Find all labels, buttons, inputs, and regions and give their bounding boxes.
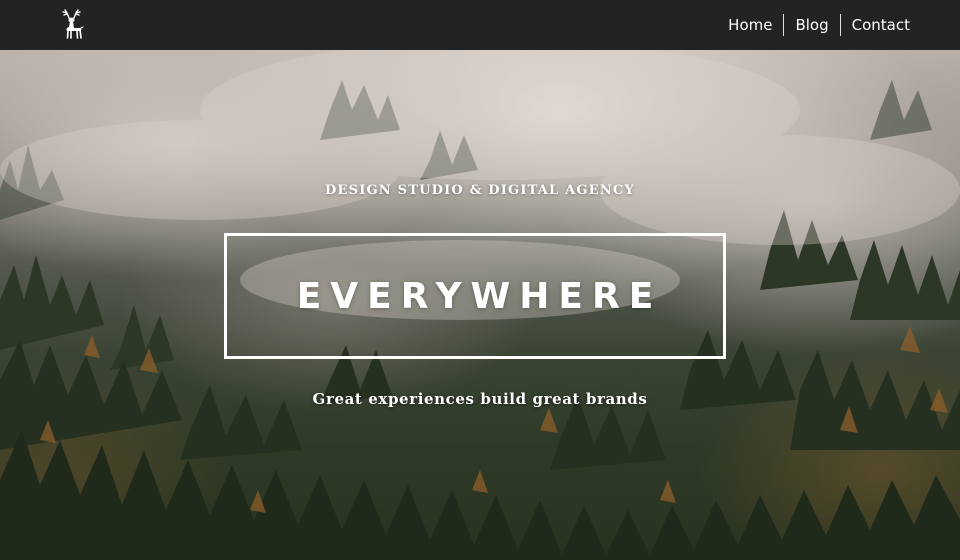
hero-section: DESIGN STUDIO & DIGITAL AGENCY EVERYWHER… bbox=[0, 50, 960, 560]
nav-home-link[interactable]: Home bbox=[717, 14, 783, 36]
nav-divider bbox=[783, 14, 785, 36]
nav-blog-link[interactable]: Blog bbox=[784, 14, 839, 36]
nav-contact-link[interactable]: Contact bbox=[841, 14, 910, 36]
main-navigation: Home Blog Contact bbox=[717, 0, 910, 50]
hero-content: DESIGN STUDIO & DIGITAL AGENCY EVERYWHER… bbox=[0, 50, 960, 560]
deer-logo-icon[interactable] bbox=[58, 7, 88, 43]
headline-frame: EVERYWHERE bbox=[224, 233, 726, 359]
hero-subline: Great experiences build great brands bbox=[312, 390, 648, 408]
hero-headline: EVERYWHERE bbox=[296, 275, 663, 317]
top-navbar: Home Blog Contact bbox=[0, 0, 960, 50]
nav-divider bbox=[839, 14, 841, 36]
hero-tagline: DESIGN STUDIO & DIGITAL AGENCY bbox=[325, 183, 635, 198]
deer-icon bbox=[62, 9, 84, 39]
